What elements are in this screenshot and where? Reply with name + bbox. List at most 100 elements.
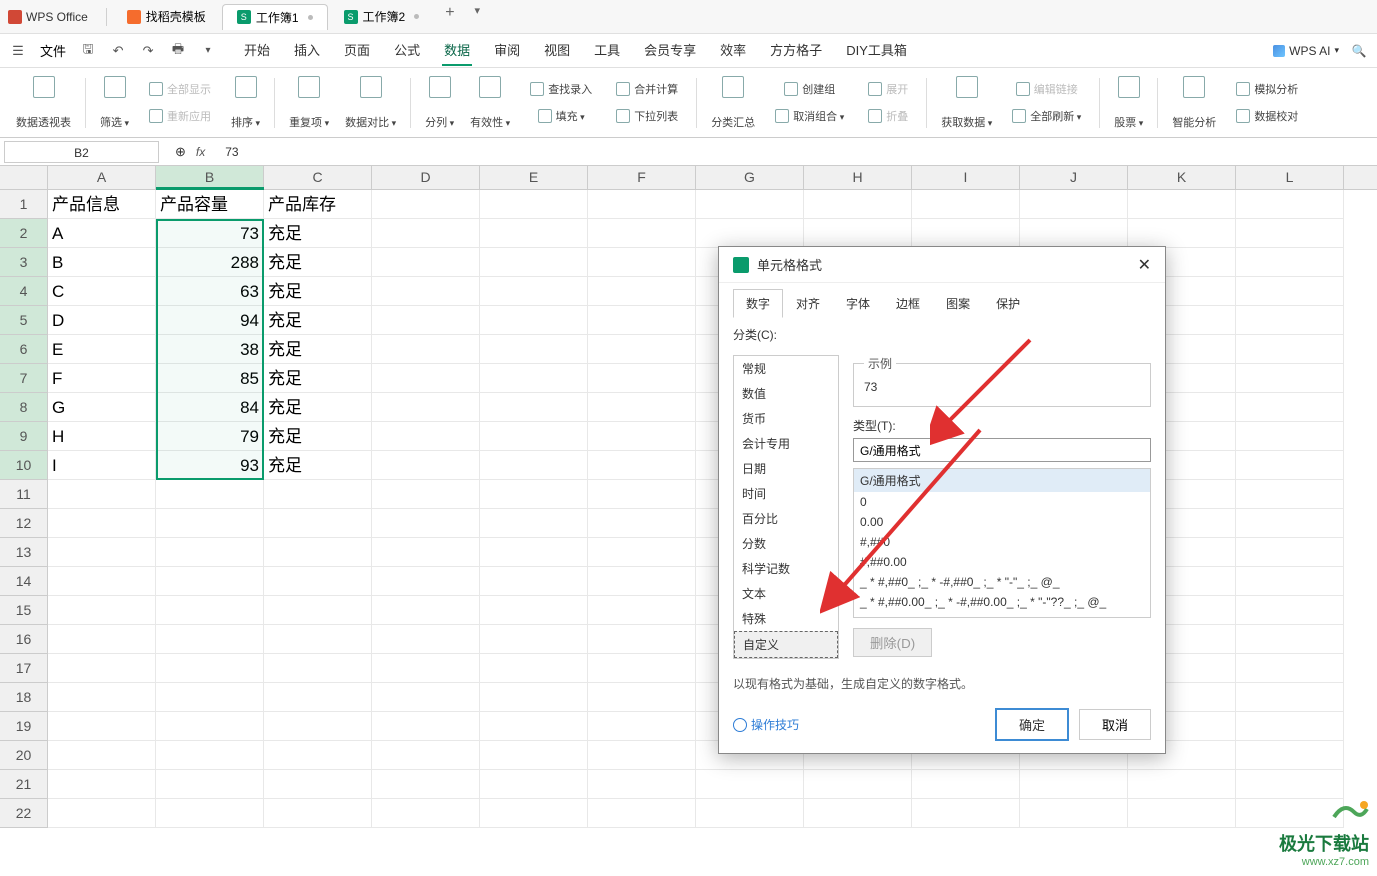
cell[interactable]: 充足 bbox=[264, 306, 372, 335]
pivot-table-button[interactable]: 数据透视表 bbox=[8, 72, 79, 134]
cell[interactable] bbox=[1128, 799, 1236, 828]
col-header-j[interactable]: J bbox=[1020, 166, 1128, 189]
cell[interactable] bbox=[480, 364, 588, 393]
tab-data[interactable]: 数据 bbox=[442, 35, 472, 66]
row-header[interactable]: 5 bbox=[0, 306, 48, 335]
cell[interactable] bbox=[588, 799, 696, 828]
close-button[interactable]: ✕ bbox=[1138, 255, 1151, 275]
cell[interactable]: 产品库存 bbox=[264, 190, 372, 219]
cell[interactable] bbox=[48, 509, 156, 538]
cell[interactable]: D bbox=[48, 306, 156, 335]
validity-button[interactable]: 有效性 bbox=[462, 72, 518, 134]
cell[interactable]: 充足 bbox=[264, 393, 372, 422]
cell[interactable] bbox=[480, 654, 588, 683]
cell[interactable] bbox=[264, 770, 372, 799]
dlg-tab-align[interactable]: 对齐 bbox=[783, 289, 833, 318]
dropdown-list-btn[interactable]: 下拉列表 bbox=[612, 103, 682, 129]
cell[interactable] bbox=[480, 451, 588, 480]
subtotal-button[interactable]: 分类汇总 bbox=[703, 72, 763, 134]
cell[interactable] bbox=[1236, 625, 1344, 654]
merge-calc-btn[interactable]: 合并计算 bbox=[612, 76, 682, 102]
row-header[interactable]: 11 bbox=[0, 480, 48, 509]
cell[interactable] bbox=[588, 712, 696, 741]
tab-formula[interactable]: 公式 bbox=[392, 35, 422, 66]
cell[interactable] bbox=[1128, 219, 1236, 248]
cell[interactable] bbox=[264, 596, 372, 625]
tab-start[interactable]: 开始 bbox=[242, 35, 272, 66]
zoom-icon[interactable]: ⊕ bbox=[175, 144, 186, 160]
cell[interactable] bbox=[588, 393, 696, 422]
cell[interactable]: 充足 bbox=[264, 248, 372, 277]
cell[interactable] bbox=[1236, 219, 1344, 248]
col-header-d[interactable]: D bbox=[372, 166, 480, 189]
cell[interactable] bbox=[912, 799, 1020, 828]
cell[interactable] bbox=[372, 190, 480, 219]
cell[interactable] bbox=[480, 741, 588, 770]
category-item[interactable]: 日期 bbox=[734, 456, 838, 481]
category-item[interactable]: 数值 bbox=[734, 381, 838, 406]
col-header-h[interactable]: H bbox=[804, 166, 912, 189]
smart-analysis-button[interactable]: 智能分析 bbox=[1164, 72, 1224, 134]
row-header[interactable]: 15 bbox=[0, 596, 48, 625]
split-button[interactable]: 分列 bbox=[417, 72, 462, 134]
cell[interactable] bbox=[1236, 480, 1344, 509]
row-header[interactable]: 14 bbox=[0, 567, 48, 596]
formula-input[interactable]: 73 bbox=[217, 145, 1377, 159]
cell[interactable] bbox=[480, 480, 588, 509]
cell[interactable] bbox=[1236, 567, 1344, 596]
type-list-item[interactable]: #,##0 bbox=[854, 532, 1150, 552]
cell[interactable] bbox=[1236, 335, 1344, 364]
cell[interactable] bbox=[156, 770, 264, 799]
cell[interactable] bbox=[696, 770, 804, 799]
cell[interactable] bbox=[48, 741, 156, 770]
type-input[interactable] bbox=[853, 438, 1151, 462]
qat-menu[interactable]: ▾ bbox=[200, 43, 216, 59]
refresh-all-btn[interactable]: 全部刷新 bbox=[1008, 103, 1085, 129]
tab-workbook2[interactable]: S 工作簿2 bbox=[330, 4, 434, 30]
col-header-e[interactable]: E bbox=[480, 166, 588, 189]
cell[interactable] bbox=[372, 219, 480, 248]
category-item[interactable]: 货币 bbox=[734, 406, 838, 431]
cell[interactable] bbox=[48, 770, 156, 799]
row-header[interactable]: 3 bbox=[0, 248, 48, 277]
cell[interactable] bbox=[1236, 422, 1344, 451]
cell[interactable]: 38 bbox=[156, 335, 264, 364]
row-header[interactable]: 9 bbox=[0, 422, 48, 451]
cell[interactable] bbox=[480, 190, 588, 219]
cell[interactable] bbox=[588, 654, 696, 683]
cell[interactable] bbox=[588, 625, 696, 654]
cell[interactable] bbox=[48, 596, 156, 625]
category-item[interactable]: 特殊 bbox=[734, 606, 838, 631]
cell[interactable] bbox=[264, 799, 372, 828]
dlg-tab-number[interactable]: 数字 bbox=[733, 289, 783, 318]
cell[interactable]: G bbox=[48, 393, 156, 422]
cell[interactable] bbox=[1236, 509, 1344, 538]
cell[interactable] bbox=[372, 451, 480, 480]
cell[interactable] bbox=[1128, 770, 1236, 799]
cell[interactable] bbox=[372, 799, 480, 828]
cell[interactable] bbox=[588, 190, 696, 219]
cell[interactable] bbox=[372, 683, 480, 712]
row-header[interactable]: 20 bbox=[0, 741, 48, 770]
cell[interactable] bbox=[372, 654, 480, 683]
cell[interactable]: B bbox=[48, 248, 156, 277]
row-header[interactable]: 21 bbox=[0, 770, 48, 799]
tab-ffgz[interactable]: 方方格子 bbox=[768, 35, 824, 66]
col-header-a[interactable]: A bbox=[48, 166, 156, 189]
category-item[interactable]: 科学记数 bbox=[734, 556, 838, 581]
cell[interactable] bbox=[588, 219, 696, 248]
cell[interactable] bbox=[48, 567, 156, 596]
cell[interactable]: 79 bbox=[156, 422, 264, 451]
cell[interactable] bbox=[372, 625, 480, 654]
cell[interactable] bbox=[156, 567, 264, 596]
cell[interactable] bbox=[1236, 364, 1344, 393]
cell[interactable] bbox=[372, 393, 480, 422]
cell[interactable] bbox=[264, 683, 372, 712]
category-item[interactable]: 常规 bbox=[734, 356, 838, 381]
tab-insert[interactable]: 插入 bbox=[292, 35, 322, 66]
cell[interactable] bbox=[1236, 277, 1344, 306]
cell[interactable] bbox=[1236, 596, 1344, 625]
select-all-corner[interactable] bbox=[0, 166, 48, 189]
cell[interactable] bbox=[480, 712, 588, 741]
cell[interactable] bbox=[588, 248, 696, 277]
